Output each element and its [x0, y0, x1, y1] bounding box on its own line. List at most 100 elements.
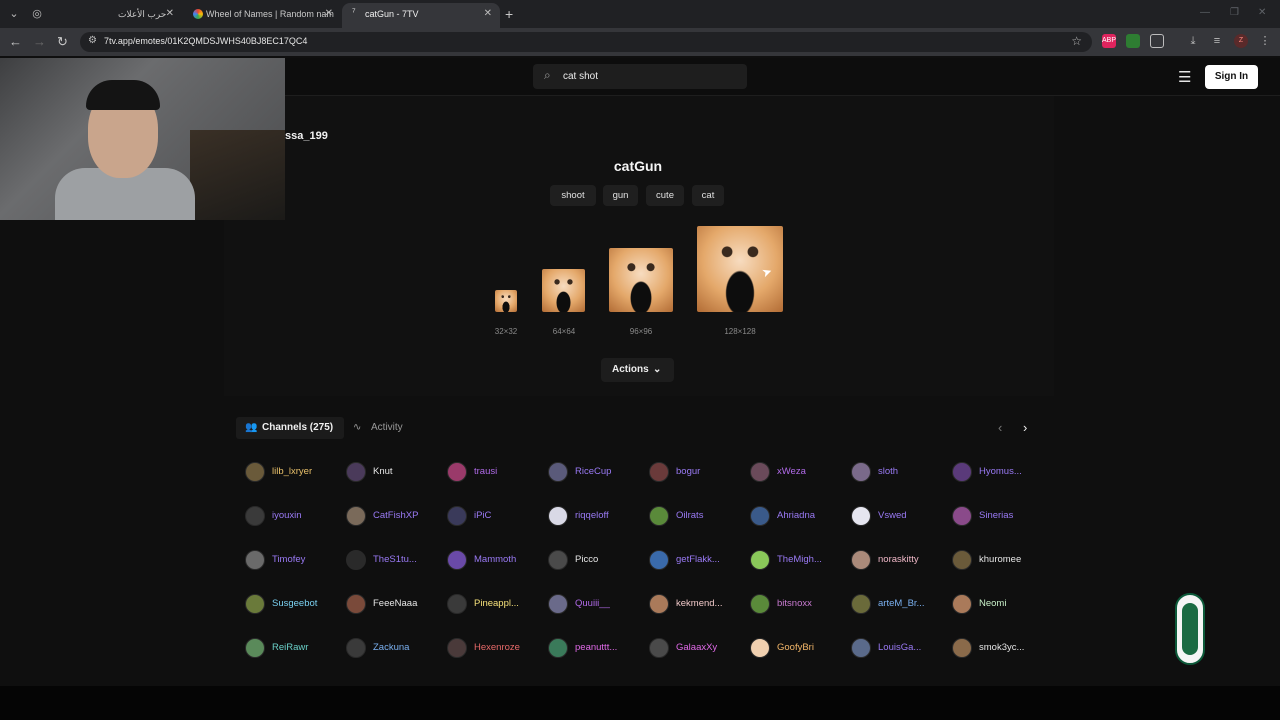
- logo-mark: [1182, 603, 1198, 655]
- channel-item[interactable]: Knut: [346, 462, 442, 484]
- site-info-icon[interactable]: ⚙: [88, 35, 97, 46]
- channel-avatar: [548, 638, 568, 658]
- channel-avatar: [548, 506, 568, 526]
- channel-item[interactable]: FeeeNaaa: [346, 594, 442, 616]
- reload-icon[interactable]: ↻: [57, 34, 68, 50]
- tab-group-icon[interactable]: ◎: [29, 6, 45, 22]
- channel-avatar: [649, 462, 669, 482]
- channel-item[interactable]: sloth: [851, 462, 947, 484]
- close-tab-2-icon[interactable]: ✕: [325, 3, 333, 25]
- channel-item[interactable]: RiceCup: [548, 462, 644, 484]
- channel-item[interactable]: TheS1tu...: [346, 550, 442, 572]
- channel-item[interactable]: Susgeebot: [245, 594, 341, 616]
- prev-page-icon[interactable]: ‹: [998, 420, 1002, 435]
- channel-item[interactable]: GalaaxXy: [649, 638, 745, 660]
- close-window-icon[interactable]: ✕: [1258, 7, 1266, 18]
- tag-gun[interactable]: gun: [603, 185, 638, 206]
- tag-cat[interactable]: cat: [692, 185, 724, 206]
- channel-item[interactable]: noraskitty: [851, 550, 947, 572]
- forward-icon[interactable]: →: [33, 34, 46, 49]
- channel-item[interactable]: khuromee: [952, 550, 1048, 572]
- channel-item[interactable]: Hyomus...: [952, 462, 1048, 484]
- channel-avatar: [952, 550, 972, 570]
- channel-item[interactable]: Oilrats: [649, 506, 745, 528]
- new-tab-icon[interactable]: +: [505, 6, 513, 22]
- tag-cute[interactable]: cute: [646, 185, 684, 206]
- channel-item[interactable]: Neomi: [952, 594, 1048, 616]
- channel-item[interactable]: Picco: [548, 550, 644, 572]
- channel-item[interactable]: Sinerias: [952, 506, 1048, 528]
- close-tab-3-icon[interactable]: ✕: [484, 3, 492, 25]
- channel-item[interactable]: TheMigh...: [750, 550, 846, 572]
- channel-item[interactable]: Vswed: [851, 506, 947, 528]
- extensions-puzzle-icon[interactable]: [1150, 34, 1164, 48]
- channel-item[interactable]: bitsnoxx: [750, 594, 846, 616]
- media-controls-icon[interactable]: ≡: [1210, 34, 1224, 48]
- browser-tab-1[interactable]: حرب الأعلات ✕: [44, 3, 182, 28]
- emote-preview-96[interactable]: [609, 248, 673, 312]
- channel-item[interactable]: kekmend...: [649, 594, 745, 616]
- browser-tab-2-title: Wheel of Names | Random nam: [206, 9, 334, 19]
- channel-item[interactable]: Mammoth: [447, 550, 543, 572]
- tab-search-chevron-icon[interactable]: ⌄: [6, 6, 22, 22]
- channel-name: ReiRawr: [272, 642, 309, 653]
- bookmark-star-icon[interactable]: ☆: [1071, 34, 1082, 48]
- back-icon[interactable]: ←: [9, 34, 22, 49]
- channel-item[interactable]: LouisGa...: [851, 638, 947, 660]
- search-box[interactable]: ⌕: [533, 64, 747, 89]
- sign-in-button[interactable]: Sign In: [1205, 65, 1258, 89]
- channel-item[interactable]: Quuiii__: [548, 594, 644, 616]
- emote-panel: [224, 96, 1054, 396]
- channel-item[interactable]: peanuttt...: [548, 638, 644, 660]
- search-input[interactable]: [563, 68, 733, 85]
- emote-preview-32[interactable]: [495, 290, 517, 312]
- browser-tab-2[interactable]: Wheel of Names | Random nam ✕: [183, 3, 341, 28]
- channel-item[interactable]: ReiRawr: [245, 638, 341, 660]
- channel-name: Vswed: [878, 510, 907, 521]
- channel-item[interactable]: iPiC: [447, 506, 543, 528]
- channel-name: khuromee: [979, 554, 1022, 565]
- close-tab-1-icon[interactable]: ✕: [166, 3, 174, 25]
- browser-menu-icon[interactable]: ⋮: [1258, 34, 1272, 48]
- address-bar[interactable]: ⚙ 7tv.app/emotes/01K2QMDSJWHS40BJ8EC17QC…: [80, 32, 1092, 52]
- channel-item[interactable]: smok3yc...: [952, 638, 1048, 660]
- channel-item[interactable]: Pineappl...: [447, 594, 543, 616]
- minimize-icon[interactable]: —: [1200, 7, 1210, 18]
- hamburger-menu-icon[interactable]: ☰: [1178, 68, 1191, 86]
- channel-avatar: [245, 506, 265, 526]
- extension-green-icon[interactable]: [1126, 34, 1140, 48]
- floating-logo[interactable]: [1175, 593, 1205, 665]
- channel-item[interactable]: Zackuna: [346, 638, 442, 660]
- channel-item[interactable]: trausi: [447, 462, 543, 484]
- browser-tab-3[interactable]: ⁷ catGun - 7TV ✕: [342, 3, 500, 28]
- channel-item[interactable]: arteM_Br...: [851, 594, 947, 616]
- channel-item[interactable]: getFlakk...: [649, 550, 745, 572]
- channel-name: Mammoth: [474, 554, 517, 565]
- maximize-icon[interactable]: ❐: [1230, 7, 1239, 18]
- next-page-icon[interactable]: ›: [1023, 420, 1027, 435]
- emote-owner[interactable]: ssa_199: [285, 130, 328, 142]
- tab-channels[interactable]: 👥 Channels (275): [236, 417, 344, 439]
- channel-name: TheMigh...: [777, 554, 822, 565]
- channel-item[interactable]: GoofyBri: [750, 638, 846, 660]
- emote-title: catGun: [613, 158, 663, 174]
- channel-item[interactable]: lilb_lxryer: [245, 462, 341, 484]
- actions-dropdown-button[interactable]: Actions ⌄: [601, 358, 674, 382]
- profile-avatar[interactable]: Z: [1234, 34, 1248, 48]
- channel-name: trausi: [474, 466, 498, 477]
- channel-item[interactable]: Ahriadna: [750, 506, 846, 528]
- channel-item[interactable]: CatFishXP: [346, 506, 442, 528]
- downloads-icon[interactable]: ⤓: [1186, 34, 1200, 48]
- channel-item[interactable]: riqqeloff: [548, 506, 644, 528]
- channel-name: FeeeNaaa: [373, 598, 418, 609]
- tag-shoot[interactable]: shoot: [550, 185, 596, 206]
- channel-item[interactable]: Hexenroze: [447, 638, 543, 660]
- channel-item[interactable]: xWeza: [750, 462, 846, 484]
- emote-preview-64[interactable]: [542, 269, 585, 312]
- tab-activity[interactable]: ∿ Activity: [351, 417, 411, 439]
- adblock-extension-icon[interactable]: ABP: [1102, 34, 1116, 48]
- channel-item[interactable]: Timofey: [245, 550, 341, 572]
- channel-avatar: [750, 506, 770, 526]
- channel-item[interactable]: bogur: [649, 462, 745, 484]
- channel-item[interactable]: iyouxin: [245, 506, 341, 528]
